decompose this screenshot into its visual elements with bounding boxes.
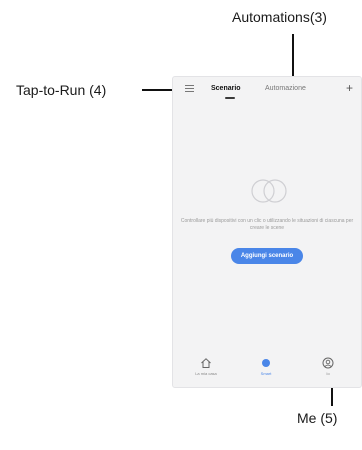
add-scenario-button[interactable]: Aggiungi scenario (231, 248, 303, 264)
empty-state-message: Controllare più dispositivi con un clic … (180, 218, 354, 231)
nav-home-label: La mia casa (195, 371, 217, 376)
nav-me[interactable]: Io (303, 357, 353, 376)
smart-icon (262, 359, 270, 367)
nav-smart[interactable]: Smart (241, 357, 291, 376)
callout-me: Me (5) (297, 410, 338, 426)
bottom-nav: La mia casa Smart Io (173, 355, 361, 387)
callout-tap-to-run: Tap-to-Run (4) (16, 82, 107, 98)
nav-smart-label: Smart (260, 371, 272, 376)
empty-scene-icon (251, 179, 287, 203)
profile-icon (322, 357, 334, 369)
nav-home[interactable]: La mia casa (181, 357, 231, 376)
menu-icon[interactable] (185, 85, 194, 92)
top-bar: Scenario Automazione + (173, 77, 361, 101)
nav-me-label: Io (326, 371, 330, 376)
phone-screen: Scenario Automazione + Controllare più d… (172, 76, 362, 388)
tab-automation[interactable]: Automazione (265, 85, 306, 92)
callout-automations: Automations(3) (232, 9, 327, 25)
home-icon (201, 358, 211, 368)
tab-scenario[interactable]: Scenario (211, 85, 241, 92)
plus-icon[interactable]: + (346, 81, 353, 95)
active-tab-indicator (225, 97, 235, 99)
